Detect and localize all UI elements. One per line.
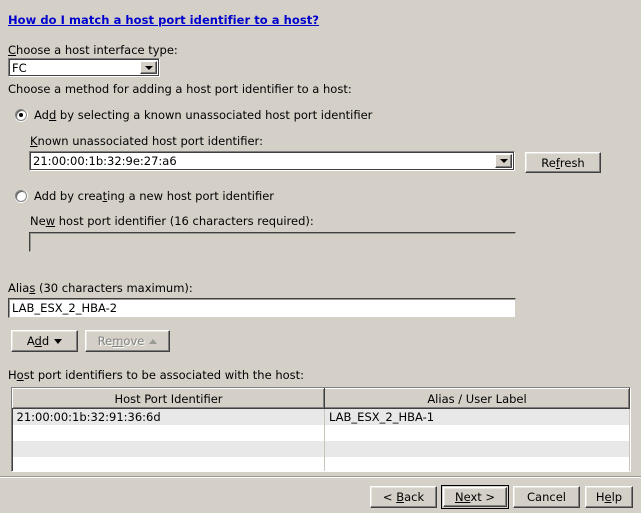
back-label-c: ack [404,490,425,504]
table-caption-c: st port identifiers to be associated wit… [23,368,305,382]
interface-type-dropdown-button[interactable] [140,61,157,74]
cell-alias [324,457,630,471]
cancel-button-label: Cancel [527,490,566,504]
table-caption-a: H [8,368,17,382]
add-label-mnemonic: d [34,334,42,348]
radio-known-label: Add by selecting a known unassociated ho… [34,108,372,122]
cell-host-port-identifier [12,457,325,471]
column-header-host-port-identifier[interactable]: Host Port Identifier [12,388,325,409]
known-identifier-label-mnemonic: K [30,134,38,148]
alias-label-a: Alia [8,281,30,295]
add-label-c: d [41,334,50,348]
alias-label: Alias (30 characters maximum): [8,281,193,295]
table-header-row: Host Port Identifier Alias / User Label [12,388,630,409]
interface-type-label-mnemonic: C [8,43,17,57]
chevron-down-icon [144,65,153,70]
new-identifier-label-c: host port identifier (16 characters requ… [55,214,314,228]
help-label-a: H [595,490,605,504]
interface-type-combobox[interactable]: FC [8,58,160,77]
table-row[interactable] [12,441,630,457]
next-label-c: xt > [470,490,496,504]
remove-label-a: Re [97,334,113,348]
help-label-c: lp [611,490,623,504]
radio-known-label-a: Ad [34,108,49,122]
known-identifier-label: Known unassociated host port identifier: [30,134,263,148]
triangle-down-icon [54,338,63,344]
help-label-mnemonic: e [604,490,612,504]
cancel-button[interactable]: Cancel [513,486,580,508]
known-identifier-label-text: nown unassociated host port identifier: [37,134,263,148]
alias-input[interactable]: LAB_ESX_2_HBA-2 [8,298,516,318]
method-label: Choose a method for adding a host port i… [8,82,352,96]
host-port-identifiers-table[interactable]: Host Port Identifier Alias / User Label … [11,387,631,472]
remove-label-mnemonic: m [112,334,124,348]
back-label-a: < [382,490,397,504]
remove-button: Remove [85,330,170,352]
table-caption: Host port identifiers to be associated w… [8,368,304,382]
interface-type-label-text: hoose a host interface type: [16,43,178,57]
chevron-down-icon [499,159,508,163]
known-identifier-dropdown-button[interactable] [495,154,512,168]
triangle-up-icon [149,338,158,344]
table-caption-mnemonic: o [16,368,24,382]
radio-known-indicator[interactable] [15,109,27,121]
back-button[interactable]: < Back [370,486,437,508]
radio-add-by-creating-new[interactable]: Add by creating a new host port identifi… [15,189,274,203]
add-button-label: Add [27,334,49,348]
refresh-button[interactable]: Refresh [525,152,601,173]
cell-alias: LAB_ESX_2_HBA-1 [324,408,630,425]
wizard-page: How do I match a host port identifier to… [0,0,641,513]
remove-button-label: Remove [98,334,145,348]
footer-divider [0,476,641,478]
interface-type-value: FC [12,60,27,75]
column-header-alias-user-label[interactable]: Alias / User Label [324,388,630,409]
cell-host-port-identifier [12,441,325,457]
table-row[interactable] [12,457,630,471]
back-label-mnemonic: B [396,490,405,504]
radio-new-label-c: ing a new host port identifier [107,189,275,203]
refresh-button-label: Refresh [541,156,584,170]
alias-value: LAB_ESX_2_HBA-2 [12,301,118,315]
new-identifier-label: New host port identifier (16 characters … [30,214,314,228]
next-button-inner: Next > [443,487,507,507]
known-identifier-combobox[interactable]: 21:00:00:1b:32:9e:27:a6 [29,151,515,171]
next-button[interactable]: Next > [441,485,509,509]
refresh-label-a: Re [541,155,556,170]
radio-new-label-a: Add by crea [34,189,103,203]
cell-alias [324,425,630,441]
radio-new-indicator[interactable] [15,190,27,202]
radio-known-label-c: by selecting a known unassociated host p… [56,108,373,122]
radio-add-by-selecting-known[interactable]: Add by selecting a known unassociated ho… [15,108,372,122]
interface-type-label: Choose a host interface type: [8,43,178,57]
table-body: 21:00:00:1b:32:91:36:6d LAB_ESX_2_HBA-1 [12,408,630,471]
new-identifier-label-a: Ne [30,214,46,228]
cell-host-port-identifier: 21:00:00:1b:32:91:36:6d [12,408,325,425]
help-button[interactable]: Help [585,486,633,508]
new-identifier-input[interactable] [29,232,516,252]
back-button-label: < Back [383,490,424,504]
next-label-mnemonic-n: N [454,490,464,504]
refresh-label-c: resh [559,155,585,170]
help-link-match-host-port-identifier[interactable]: How do I match a host port identifier to… [8,13,319,27]
new-identifier-label-mnemonic: w [45,214,56,228]
table-row[interactable]: 21:00:00:1b:32:91:36:6d LAB_ESX_2_HBA-1 [12,408,630,425]
table-row[interactable] [12,425,630,441]
add-button[interactable]: Add [11,330,78,352]
next-button-label: Next > [455,490,495,504]
help-button-label: Help [596,490,622,504]
radio-new-label: Add by creating a new host port identifi… [34,189,274,203]
alias-label-c: (30 characters maximum): [35,281,193,295]
remove-label-c: ove [123,334,145,348]
cell-alias [324,441,630,457]
add-label-a: A [26,334,35,348]
cell-host-port-identifier [12,425,325,441]
known-identifier-value: 21:00:00:1b:32:9e:27:a6 [33,154,177,168]
